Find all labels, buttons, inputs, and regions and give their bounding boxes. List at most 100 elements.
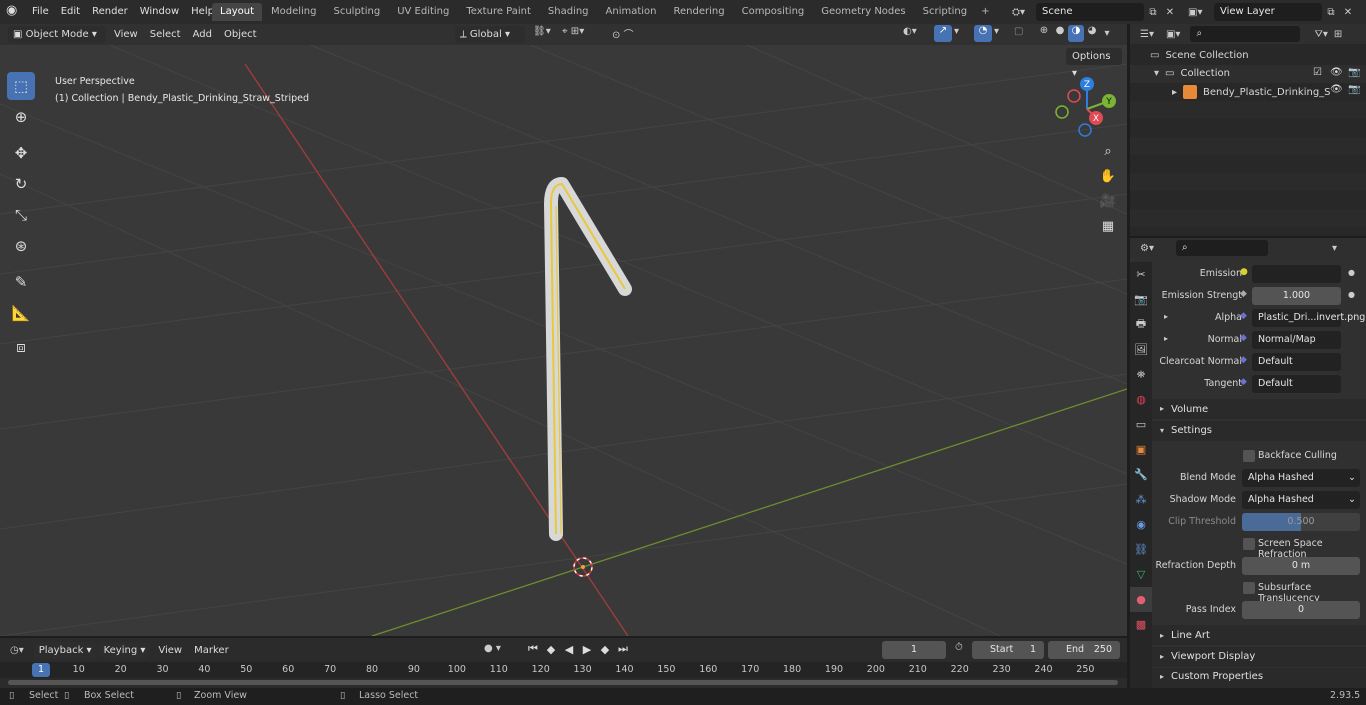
tab-rendering[interactable]: Rendering — [666, 3, 733, 21]
start-frame-field[interactable]: Start 1 — [972, 641, 1044, 659]
pivot-icon[interactable]: ⛓▾ — [533, 26, 551, 37]
clearcoat-normal-field[interactable]: Default — [1252, 353, 1341, 371]
transform-tool-icon[interactable]: ⊛ — [7, 232, 35, 260]
tangent-field[interactable]: Default — [1252, 375, 1341, 393]
keying-menu[interactable]: Keying ▾ — [98, 641, 151, 659]
menu-file[interactable]: File — [26, 1, 55, 23]
stopwatch-icon[interactable]: ⏱ — [955, 642, 963, 653]
subsurface-checkbox[interactable] — [1243, 582, 1255, 594]
overlay-dropdown-icon[interactable]: ▾ — [994, 26, 999, 37]
scene-icon[interactable]: ⛭▾ — [1012, 7, 1036, 18]
timeline-menu-marker[interactable]: Marker — [188, 642, 235, 659]
play-icon[interactable]: ▶ — [578, 643, 596, 656]
ssr-checkbox[interactable] — [1243, 538, 1255, 550]
new-scene-icon[interactable]: ⧉ — [1144, 7, 1162, 18]
transform-orientation-dropdown[interactable]: ⟂ Global ▾ — [455, 26, 525, 43]
properties-editor-type-icon[interactable]: ⚙▾ — [1140, 243, 1154, 254]
tool-tab-icon[interactable]: ✂ — [1130, 262, 1152, 287]
render-tab-icon[interactable]: 📷 — [1130, 287, 1152, 312]
object-camera-icon[interactable]: 📷 — [1348, 84, 1360, 95]
emission-strength-socket-icon[interactable]: ◆ — [1240, 289, 1247, 299]
menu-edit[interactable]: Edit — [55, 1, 86, 23]
cursor-tool-icon[interactable]: ⊕ — [7, 103, 35, 131]
measure-tool-icon[interactable]: 📐 — [7, 299, 35, 327]
tab-geometry-nodes[interactable]: Geometry Nodes — [813, 3, 913, 21]
viewport-menu-object[interactable]: Object — [218, 26, 263, 43]
clearcoat-socket-icon[interactable]: ◆ — [1240, 355, 1247, 365]
add-workspace-icon[interactable]: + — [976, 3, 994, 21]
scene-name-field[interactable]: Scene — [1036, 3, 1144, 21]
wireframe-shading-icon[interactable]: ⊕ — [1036, 25, 1052, 42]
next-keyframe-icon[interactable]: ◆ — [596, 643, 614, 656]
material-shading-icon[interactable]: ◑ — [1068, 25, 1084, 42]
move-tool-icon[interactable]: ✥ — [7, 139, 35, 167]
tab-sculpting[interactable]: Sculpting — [326, 3, 389, 21]
texture-tab-icon[interactable]: ▩ — [1130, 612, 1152, 637]
delete-scene-icon[interactable]: ✕ — [1162, 7, 1178, 18]
object-eye-icon[interactable]: 👁 — [1330, 84, 1343, 95]
playback-menu[interactable]: Playback ▾ — [33, 641, 97, 659]
view-layer-tab-icon[interactable]: 🖼 — [1130, 337, 1152, 362]
proportional-edit-icon[interactable]: ⊙ ⌒ — [612, 26, 634, 41]
new-collection-icon[interactable]: ⊞ — [1334, 29, 1342, 40]
timeline-menu-view[interactable]: View — [152, 642, 188, 659]
xray-icon[interactable]: ▢ — [1014, 26, 1023, 37]
collection-camera-icon[interactable]: 📷 — [1348, 67, 1360, 78]
shading-dropdown-icon[interactable]: ▾ — [1100, 28, 1114, 39]
properties-search-input[interactable]: ⌕ — [1175, 240, 1268, 256]
physics-tab-icon[interactable]: ◉ — [1130, 512, 1152, 537]
object-row[interactable]: ▸ Bendy_Plastic_Drinking_S — [1172, 85, 1331, 99]
tab-compositing[interactable]: Compositing — [734, 3, 813, 21]
tab-uv-editing[interactable]: UV Editing — [389, 3, 457, 21]
viewport-display-expand-icon[interactable]: ▸ — [1160, 652, 1164, 661]
emission-strength-keyframe-icon[interactable]: ● — [1348, 290, 1355, 299]
add-cube-tool-icon[interactable]: ⧈ — [7, 333, 35, 361]
snap-icon[interactable]: ⌖ ⊞▾ — [562, 26, 584, 37]
jump-start-icon[interactable]: ⏮ — [524, 642, 542, 656]
emission-color-field[interactable] — [1252, 265, 1341, 283]
annotate-tool-icon[interactable]: ✎ — [7, 268, 35, 296]
zoom-icon[interactable]: ⌕ — [1096, 139, 1120, 163]
collection-eye-icon[interactable]: 👁 — [1330, 67, 1343, 78]
camera-icon[interactable]: 🎥 — [1096, 189, 1120, 213]
tab-animation[interactable]: Animation — [598, 3, 665, 21]
display-mode-icon[interactable]: ▣▾ — [1166, 29, 1180, 40]
blend-mode-dropdown[interactable]: Alpha Hashed ⌄ — [1242, 469, 1360, 487]
jump-end-icon[interactable]: ⏭ — [614, 642, 632, 656]
collection-tab-icon[interactable]: ▭ — [1130, 412, 1152, 437]
collection-row[interactable]: ▾ ▭ Collection — [1154, 68, 1230, 79]
menu-render[interactable]: Render — [86, 1, 134, 23]
viewport-menu-view[interactable]: View — [108, 26, 144, 43]
tab-shading[interactable]: Shading — [540, 3, 597, 21]
play-reverse-icon[interactable]: ◀ — [560, 643, 578, 656]
scale-tool-icon[interactable]: ⤡ — [7, 201, 35, 229]
clip-threshold-slider[interactable]: 0.500 — [1242, 513, 1360, 531]
timeline-editor-icon[interactable]: ◷▾ — [10, 645, 24, 656]
navigation-gizmo[interactable]: Z Y X — [1052, 74, 1122, 144]
view-layer-field[interactable]: View Layer — [1214, 3, 1322, 21]
tab-modeling[interactable]: Modeling — [263, 3, 325, 21]
emission-socket-icon[interactable]: ● — [1240, 267, 1248, 277]
world-tab-icon[interactable]: ◍ — [1130, 387, 1152, 412]
constraints-tab-icon[interactable]: ⛓ — [1130, 537, 1152, 562]
output-tab-icon[interactable]: 🖶 — [1130, 312, 1152, 337]
rotate-tool-icon[interactable]: ↻ — [7, 170, 35, 198]
menu-window[interactable]: Window — [134, 1, 185, 23]
viewport-menu-add[interactable]: Add — [187, 26, 218, 43]
emission-keyframe-icon[interactable]: ● — [1348, 268, 1355, 277]
view-layer-icon[interactable]: ▣▾ — [1188, 7, 1214, 18]
new-view-layer-icon[interactable]: ⧉ — [1322, 7, 1340, 18]
refraction-depth-field[interactable]: 0 m — [1242, 557, 1360, 575]
timeline-scrollbar[interactable] — [8, 680, 1118, 685]
custom-properties-expand-icon[interactable]: ▸ — [1160, 672, 1164, 681]
tab-texture-paint[interactable]: Texture Paint — [458, 3, 539, 21]
shadow-mode-dropdown[interactable]: Alpha Hashed ⌄ — [1242, 491, 1360, 509]
data-tab-icon[interactable]: ▽ — [1130, 562, 1152, 587]
normal-socket-icon[interactable]: ◆ — [1240, 333, 1247, 343]
particles-tab-icon[interactable]: ⁂ — [1130, 487, 1152, 512]
ortho-grid-icon[interactable]: ▦ — [1096, 214, 1120, 238]
current-frame-field[interactable]: 1 — [882, 641, 946, 659]
blender-logo-icon[interactable]: ◉ — [6, 3, 24, 21]
line-art-expand-icon[interactable]: ▸ — [1160, 631, 1164, 640]
volume-expand-icon[interactable]: ▸ — [1160, 404, 1164, 413]
